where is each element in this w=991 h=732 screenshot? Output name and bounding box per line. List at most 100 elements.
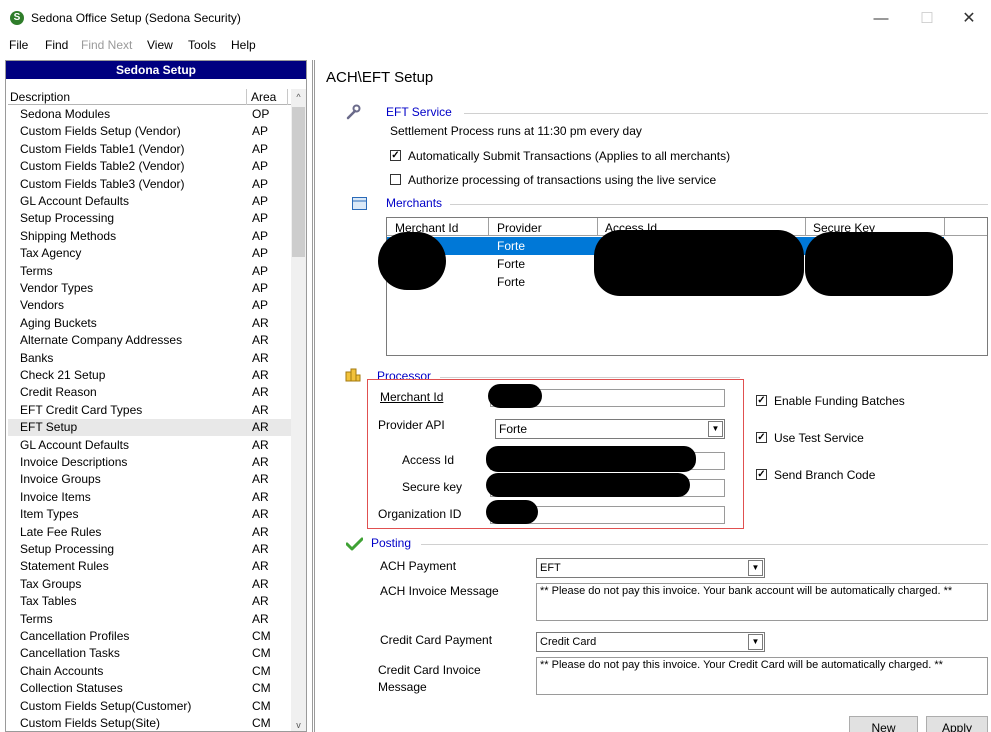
list-item[interactable]: Terms AP — [8, 263, 291, 280]
section-divider — [464, 113, 988, 114]
apply-button[interactable]: Apply — [926, 716, 988, 732]
settlement-text: Settlement Process runs at 11:30 pm ever… — [390, 124, 642, 138]
list-item[interactable]: Late Fee Rules AR — [8, 524, 291, 541]
list-item-area: AP — [252, 298, 269, 313]
list-item-description: Custom Fields Setup (Vendor) — [20, 124, 181, 139]
list-scrollbar[interactable]: ^ v — [291, 89, 306, 731]
menu-help[interactable]: Help — [231, 38, 256, 52]
scroll-up-arrow-icon[interactable]: ^ — [291, 89, 306, 105]
maximize-button[interactable]: ☐ — [904, 6, 950, 32]
list-item[interactable]: Alternate Company Addresses AR — [8, 332, 291, 349]
chevron-down-icon[interactable]: ▼ — [748, 560, 763, 576]
list-item[interactable]: Cancellation Profiles CM — [8, 628, 291, 645]
scroll-thumb[interactable] — [292, 107, 305, 257]
use-test-service-checkbox[interactable]: ✓ — [756, 432, 767, 443]
list-item[interactable]: Custom Fields Table1 (Vendor) AP — [8, 141, 291, 158]
menu-find-next[interactable]: Find Next — [81, 38, 132, 52]
provider-api-select[interactable]: Forte ▼ — [495, 419, 725, 439]
list-item[interactable]: Vendor Types AP — [8, 280, 291, 297]
list-item-description: Alternate Company Addresses — [20, 333, 183, 348]
list-item-area: AR — [252, 385, 269, 400]
minimize-button[interactable]: — — [858, 6, 904, 32]
list-item-area: AP — [252, 176, 269, 191]
list-item-description: Custom Fields Setup(Customer) — [20, 698, 192, 713]
list-item-area: AP — [252, 159, 269, 174]
live-service-checkbox[interactable] — [390, 174, 401, 185]
list-item-area: AR — [252, 350, 269, 365]
column-separator — [246, 89, 247, 105]
close-button[interactable]: ✕ — [946, 6, 991, 32]
list-item-area: AR — [252, 472, 269, 487]
list-item[interactable]: Shipping Methods AP — [8, 228, 291, 245]
list-item-description: Custom Fields Table3 (Vendor) — [20, 176, 185, 191]
list-item[interactable]: Invoice Items AR — [8, 489, 291, 506]
live-service-label[interactable]: Authorize processing of transactions usi… — [408, 173, 716, 187]
auto-submit-checkbox[interactable]: ✓ — [390, 150, 401, 161]
list-item[interactable]: Tax Tables AR — [8, 593, 291, 610]
list-item-area: AP — [252, 281, 269, 295]
list-item[interactable]: Banks AR — [8, 350, 291, 367]
list-item[interactable]: Custom Fields Setup (Vendor) AP — [8, 123, 291, 140]
chevron-down-icon[interactable]: ▼ — [708, 421, 723, 437]
list-item[interactable]: Item Types AR — [8, 506, 291, 523]
list-item-description: Statement Rules — [20, 559, 109, 574]
list-item[interactable]: EFT Credit Card Types AR — [8, 402, 291, 419]
list-item[interactable]: GL Account Defaults AP — [8, 193, 291, 210]
list-item[interactable]: Custom Fields Table3 (Vendor) AP — [8, 176, 291, 193]
list-item[interactable]: Setup Processing AR — [8, 541, 291, 558]
list-item-description: Item Types — [20, 507, 79, 522]
credit-card-invoice-message-field[interactable]: ** Please do not pay this invoice. Your … — [536, 657, 988, 695]
column-area-header[interactable]: Area — [251, 90, 276, 104]
list-item[interactable]: EFT Setup AR — [8, 419, 291, 437]
column-provider-header[interactable]: Provider — [497, 221, 542, 235]
list-item[interactable]: Statement Rules AR — [8, 558, 291, 575]
setup-navigation-panel: Sedona Setup Description Area Sedona Mod… — [5, 60, 307, 732]
list-item[interactable]: Aging Buckets AR — [8, 315, 291, 332]
list-item-area: AR — [252, 576, 269, 591]
list-item[interactable]: Check 21 Setup AR — [8, 367, 291, 384]
list-item[interactable]: Sedona Modules OP — [8, 106, 291, 123]
list-item-area: AR — [252, 455, 269, 469]
credit-card-payment-select[interactable]: Credit Card ▼ — [536, 632, 765, 652]
processor-icon — [345, 368, 361, 382]
section-divider — [421, 544, 988, 545]
list-item[interactable]: Vendors AP — [8, 297, 291, 314]
list-item[interactable]: Custom Fields Setup(Site) CM — [8, 715, 291, 731]
list-item[interactable]: Chain Accounts CM — [8, 663, 291, 680]
list-item[interactable]: Custom Fields Table2 (Vendor) AP — [8, 158, 291, 175]
list-item[interactable]: Invoice Groups AR — [8, 471, 291, 488]
list-item-description: Sedona Modules — [20, 107, 111, 121]
list-item[interactable]: Terms AR — [8, 611, 291, 628]
panel-header: Sedona Setup — [6, 61, 306, 79]
panel-splitter[interactable] — [312, 60, 315, 732]
credit-card-invoice-label-line1: Credit Card Invoice — [378, 663, 481, 677]
list-item[interactable]: Tax Groups AR — [8, 576, 291, 593]
scroll-down-arrow-icon[interactable]: v — [291, 717, 306, 731]
new-button[interactable]: New — [849, 716, 918, 732]
send-branch-code-checkbox[interactable]: ✓ — [756, 469, 767, 480]
use-test-service-label[interactable]: Use Test Service — [774, 431, 864, 445]
list-item-area: AR — [252, 524, 269, 539]
menu-find[interactable]: Find — [45, 38, 68, 52]
list-item[interactable]: Tax Agency AP — [8, 245, 291, 262]
ach-payment-select[interactable]: EFT ▼ — [536, 558, 765, 578]
list-item[interactable]: Setup Processing AP — [8, 210, 291, 227]
list-item[interactable]: Cancellation Tasks CM — [8, 645, 291, 662]
redaction-mark — [486, 473, 690, 497]
auto-submit-label[interactable]: Automatically Submit Transactions (Appli… — [408, 149, 730, 163]
ach-invoice-message-field[interactable]: ** Please do not pay this invoice. Your … — [536, 583, 988, 621]
list-item[interactable]: Collection Statuses CM — [8, 680, 291, 697]
list-item-description: Invoice Groups — [20, 472, 101, 487]
list-item[interactable]: Credit Reason AR — [8, 384, 291, 401]
menu-tools[interactable]: Tools — [188, 38, 216, 52]
menu-file[interactable]: File — [9, 38, 28, 52]
list-item[interactable]: Custom Fields Setup(Customer) CM — [8, 698, 291, 715]
list-item[interactable]: Invoice Descriptions AR — [8, 454, 291, 471]
send-branch-code-label[interactable]: Send Branch Code — [774, 468, 875, 482]
column-description-header[interactable]: Description — [10, 90, 70, 104]
enable-funding-checkbox[interactable]: ✓ — [756, 395, 767, 406]
list-item[interactable]: GL Account Defaults AR — [8, 437, 291, 454]
chevron-down-icon[interactable]: ▼ — [748, 634, 763, 650]
enable-funding-label[interactable]: Enable Funding Batches — [774, 394, 905, 408]
menu-view[interactable]: View — [147, 38, 173, 52]
